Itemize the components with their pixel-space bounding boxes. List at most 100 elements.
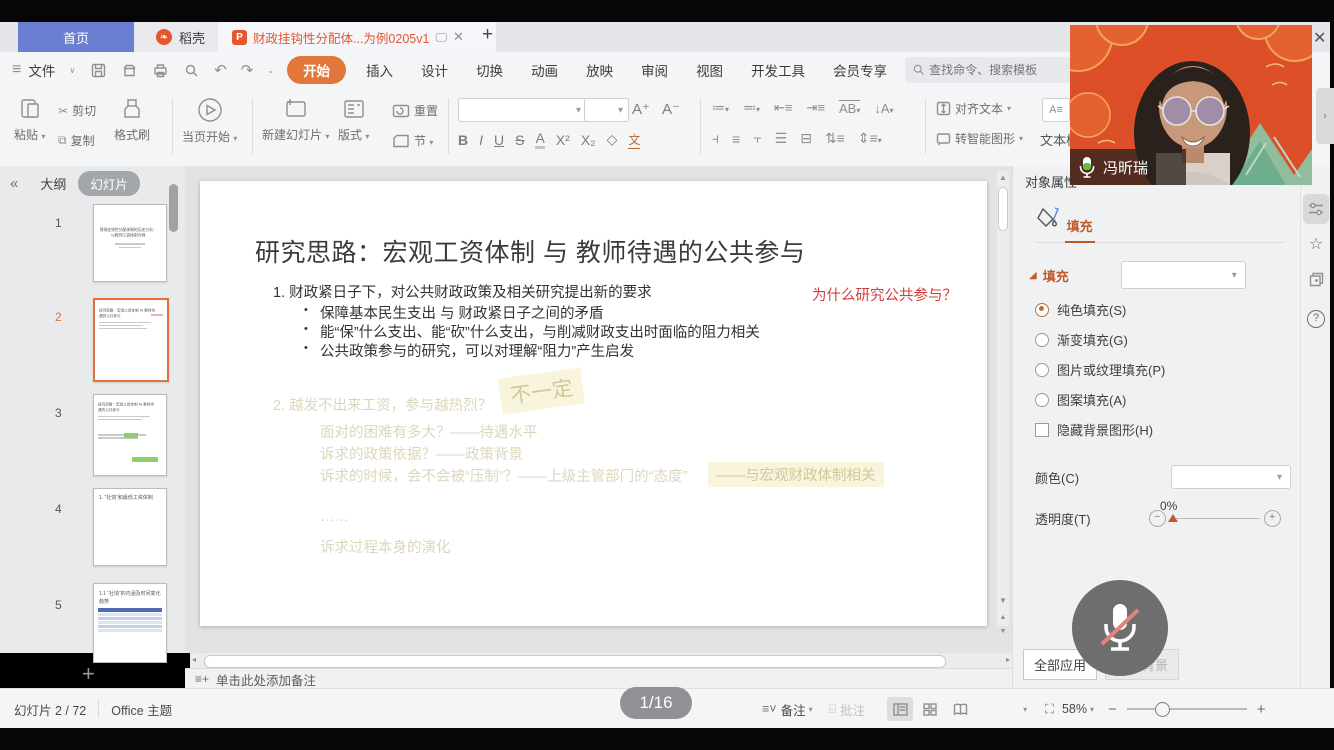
text-box-icon[interactable]: A≡ — [1042, 98, 1070, 122]
redo-icon[interactable]: ↷ — [241, 61, 254, 79]
close-tab-icon[interactable]: ✕ — [453, 29, 464, 45]
notes-bar[interactable]: ≡+ 单击此处添加备注 — [185, 668, 1022, 689]
paste-button[interactable]: 粘贴 ▾ — [14, 96, 45, 143]
align-left-icon[interactable]: ⫞ — [712, 130, 719, 147]
transparency-plus-icon[interactable]: + — [1264, 510, 1281, 527]
effects-strip-icon[interactable]: ☆ — [1303, 229, 1329, 259]
slide-canvas-area[interactable]: 研究思路：宏观工资体制 与 教师待遇的公共参与 1. 财政紧日子下，对公共财政政… — [185, 166, 1012, 653]
menu-view[interactable]: 视图 — [682, 60, 737, 80]
para-spacing-icon[interactable]: ⇕≡▾ — [858, 130, 882, 147]
distribute-icon[interactable]: ⊟ — [800, 130, 812, 147]
decrease-font-icon[interactable]: A⁻ — [662, 100, 680, 118]
font-color-icon[interactable]: A — [535, 130, 544, 149]
justify-icon[interactable]: ☰ — [775, 130, 788, 147]
cut-button[interactable]: ✂剪切 — [58, 102, 96, 119]
reset-button[interactable]: 重置 — [392, 102, 438, 119]
undo-icon[interactable]: ↶ — [214, 61, 227, 79]
fill-tab[interactable]: 填充 — [1065, 212, 1095, 243]
vertical-scrollbar[interactable]: ▲ — [997, 171, 1009, 626]
menu-file[interactable]: 文件 — [28, 60, 69, 80]
fill-option-pattern[interactable]: 图案填充(A) — [1035, 390, 1301, 409]
new-slide-button[interactable]: 新建幻灯片 ▾ — [262, 96, 329, 143]
mute-microphone-button[interactable] — [1072, 580, 1168, 676]
theme-label[interactable]: Office 主题 — [111, 700, 172, 719]
menu-home[interactable]: 开始 — [287, 56, 346, 84]
slide-thumbnail-3[interactable]: 研究思路：宏观工资体制 与 教师待遇的公共参与 — [93, 394, 167, 476]
menu-review[interactable]: 审阅 — [627, 60, 682, 80]
scroll-down-icon[interactable]: ▼ — [997, 594, 1009, 608]
video-call-overlay[interactable]: 冯昕瑞 — [1070, 25, 1312, 185]
to-smart-graphic-button[interactable]: 转智能图形 ▾ — [936, 130, 1023, 147]
slide-sorter-view-button[interactable] — [917, 697, 943, 721]
text-direction-icon[interactable]: AB▾ — [839, 100, 860, 116]
next-slide-icon[interactable]: ▼ — [997, 628, 1009, 636]
fit-slide-icon[interactable]: ⛶ — [1045, 702, 1054, 717]
more-quick-icon[interactable]: ⌄ — [267, 66, 274, 75]
fill-option-gradient[interactable]: 渐变填充(G) — [1035, 330, 1301, 349]
sort-text-icon[interactable]: ↓A▾ — [874, 101, 893, 116]
output-icon[interactable] — [121, 62, 138, 79]
layout-button[interactable]: 版式 ▾ — [338, 96, 369, 143]
font-size-select[interactable]: ▾ — [584, 98, 629, 122]
align-center-icon[interactable]: ≡ — [732, 131, 740, 147]
status-more-icon[interactable]: ▾ — [1023, 705, 1027, 714]
menu-slideshow[interactable]: 放映 — [572, 60, 627, 80]
menu-member[interactable]: 会员专享 — [819, 60, 901, 80]
fill-option-picture[interactable]: 图片或纹理填充(P) — [1035, 360, 1301, 379]
copy-button[interactable]: ⧉复制 — [58, 132, 95, 149]
collapse-panel-handle[interactable]: › — [1316, 88, 1334, 144]
transparency-slider-handle[interactable] — [1168, 514, 1178, 522]
align-right-icon[interactable]: ⫟ — [753, 130, 761, 147]
phonetic-guide-icon[interactable]: 文 — [628, 131, 640, 149]
fill-option-solid[interactable]: 纯色填充(S) — [1035, 300, 1301, 319]
superscript-icon[interactable]: X² — [556, 132, 570, 148]
previous-slide-icon[interactable]: ▲ — [997, 614, 1009, 622]
menu-devtools[interactable]: 开发工具 — [737, 60, 819, 80]
tab-document[interactable]: P 财政挂钩性分配体...为例0205v1 🖵 ✕ — [218, 22, 496, 52]
increase-indent-icon[interactable]: ⇥≡ — [807, 100, 825, 116]
format-painter-button[interactable]: 格式刷 — [114, 96, 150, 143]
start-from-current-button[interactable]: 当页开始 ▾ — [182, 96, 237, 145]
menu-design[interactable]: 设计 — [407, 60, 462, 80]
italic-icon[interactable]: I — [479, 132, 483, 148]
add-slide-button[interactable]: + — [82, 661, 95, 687]
sidebar-scrollbar[interactable] — [169, 184, 178, 232]
new-tab-button[interactable]: + — [482, 24, 493, 46]
section-button[interactable]: 节 ▾ — [392, 132, 433, 149]
comments-button[interactable]: 批注 — [840, 700, 865, 719]
share-screen-icon[interactable]: 🖵 — [435, 30, 447, 45]
line-spacing-icon[interactable]: ⇅≡ — [825, 130, 845, 147]
bold-icon[interactable]: B — [458, 132, 468, 148]
section-collapse-icon[interactable]: ◢ — [1029, 270, 1037, 281]
align-text-button[interactable]: 对齐文本 ▾ — [936, 100, 1011, 117]
command-search-input[interactable] — [905, 57, 1071, 83]
help-strip-icon[interactable]: ? — [1303, 304, 1329, 334]
clear-format-icon[interactable]: ◇ — [607, 131, 618, 148]
zoom-in-icon[interactable]: + — [1257, 701, 1266, 718]
print-icon[interactable] — [152, 62, 169, 79]
save-icon[interactable] — [90, 62, 107, 79]
zoom-slider-handle[interactable] — [1155, 702, 1170, 717]
font-name-select[interactable]: ▾ — [458, 98, 587, 122]
duplicate-strip-icon[interactable] — [1303, 264, 1329, 294]
notes-toggle-button[interactable]: 备注 — [781, 700, 806, 719]
window-close-icon[interactable]: ✕ — [1313, 28, 1326, 48]
collapse-sidebar-icon[interactable]: « — [10, 175, 18, 192]
color-select[interactable]: ▾ — [1171, 465, 1291, 489]
slide-thumbnail-5[interactable]: 1.1 “社饷”的内涵及时间变化趋势 — [93, 583, 167, 663]
strikethrough-icon[interactable]: S — [515, 132, 524, 148]
normal-view-button[interactable] — [887, 697, 913, 721]
hide-background-checkbox[interactable]: 隐藏背景图形(H) — [1035, 420, 1301, 439]
menu-animation[interactable]: 动画 — [517, 60, 572, 80]
find-icon[interactable] — [183, 62, 200, 79]
fill-style-select[interactable]: ▾ — [1121, 261, 1246, 289]
numbered-list-icon[interactable]: ≕▾ — [743, 100, 760, 116]
slide-thumbnail-1[interactable]: 财政挂钩性分配体制的历史分析：以教师工资体制为例 — [93, 204, 167, 282]
increase-font-icon[interactable]: A⁺ — [632, 100, 650, 118]
reading-view-button[interactable] — [947, 697, 973, 721]
menu-insert[interactable]: 插入 — [352, 60, 407, 80]
zoom-value[interactable]: 58% — [1062, 702, 1087, 716]
zoom-slider[interactable] — [1127, 708, 1247, 710]
slide-thumbnail-2[interactable]: 研究思路：宏观工资体制 与 教师待遇的公共参与 — [93, 298, 169, 382]
slide-page[interactable]: 研究思路：宏观工资体制 与 教师待遇的公共参与 1. 财政紧日子下，对公共财政政… — [200, 181, 987, 626]
